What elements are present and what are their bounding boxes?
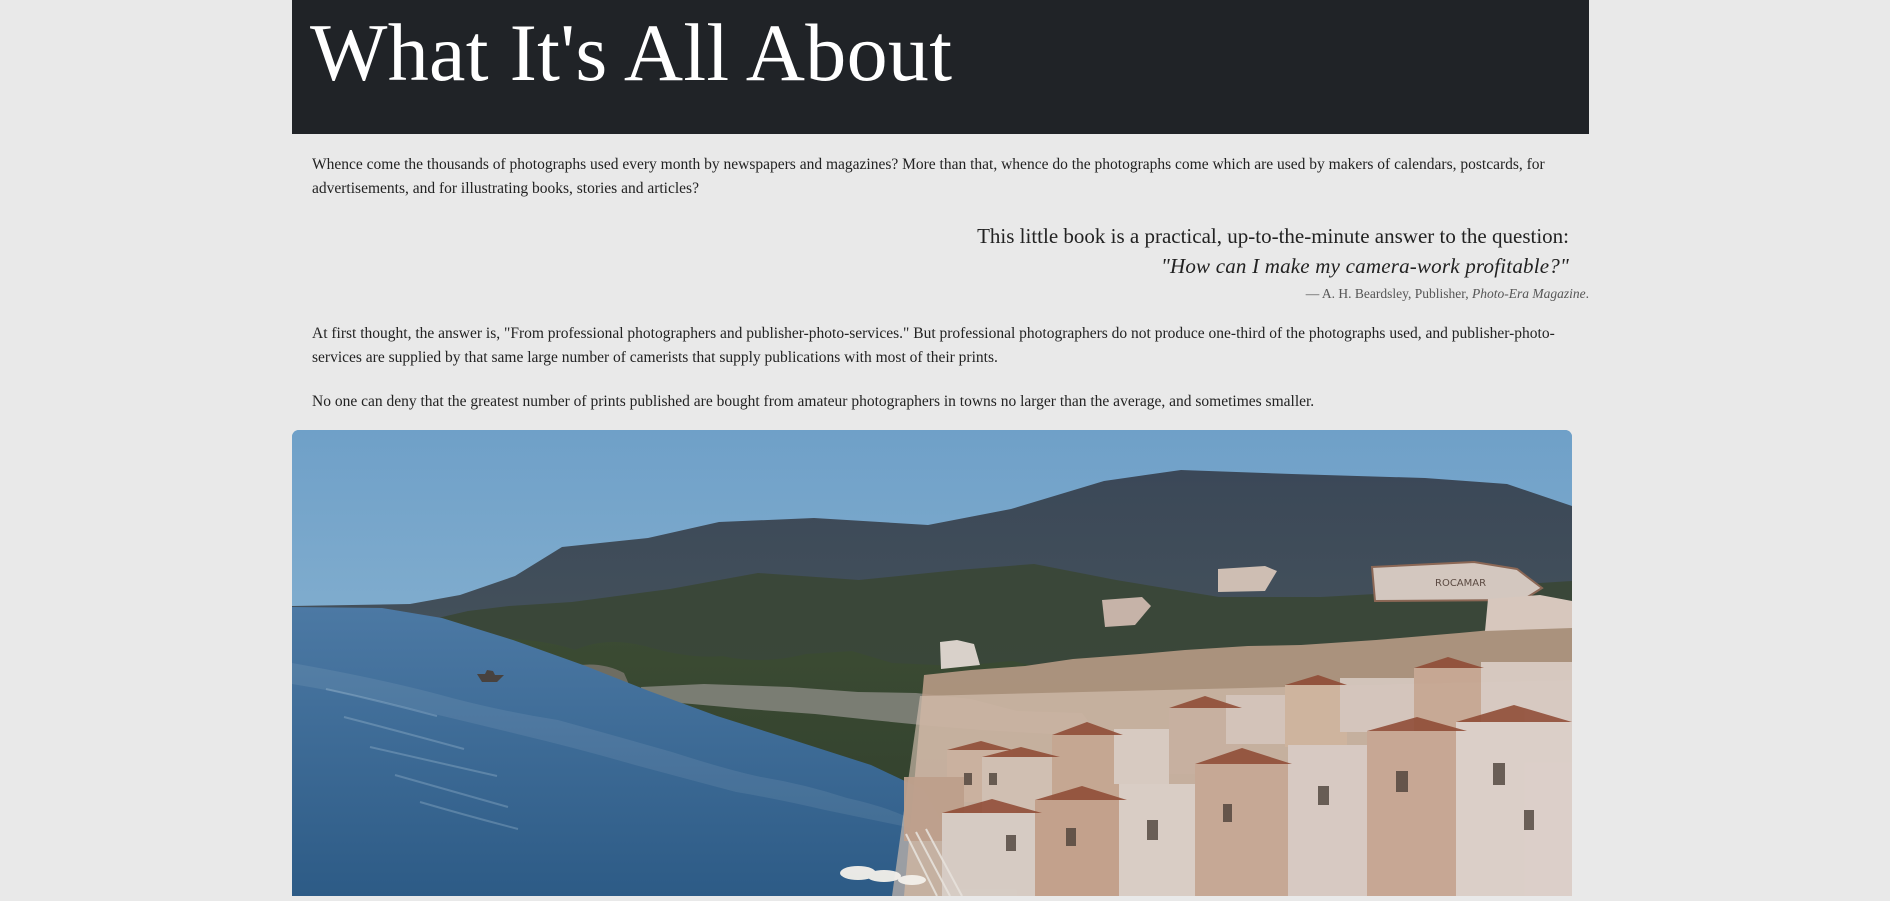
- hero-sign: ROCAMAR: [1435, 578, 1486, 589]
- body-paragraph-1: At first thought, the answer is, "From p…: [312, 325, 1555, 366]
- body-paragraph-2: No one can deny that the greatest number…: [312, 393, 1315, 410]
- intro-paragraph: Whence come the thousands of photographs…: [312, 156, 1545, 197]
- attribution-suffix: .: [1585, 286, 1589, 301]
- hero-image: ROCAMAR: [292, 430, 1572, 896]
- pull-quote: This little book is a practical, up-to-t…: [312, 221, 1589, 303]
- hero-image-svg: ROCAMAR: [292, 430, 1572, 896]
- attribution-prefix: — A. H. Beardsley, Publisher,: [1305, 286, 1469, 301]
- page-title: What It's All About: [310, 7, 953, 98]
- page: What It's All About Whence come the thou…: [292, 0, 1589, 896]
- quote-line-1: This little book is a practical, up-to-t…: [977, 224, 1569, 248]
- quote-attribution: — A. H. Beardsley, Publisher, Photo-Era …: [312, 285, 1589, 303]
- magazine-name: Photo-Era Magazine: [1472, 286, 1586, 301]
- masthead: What It's All About: [292, 0, 1589, 134]
- article-content: Whence come the thousands of photographs…: [292, 134, 1589, 896]
- quote-line-2: "How can I make my camera-work profitabl…: [1160, 254, 1569, 278]
